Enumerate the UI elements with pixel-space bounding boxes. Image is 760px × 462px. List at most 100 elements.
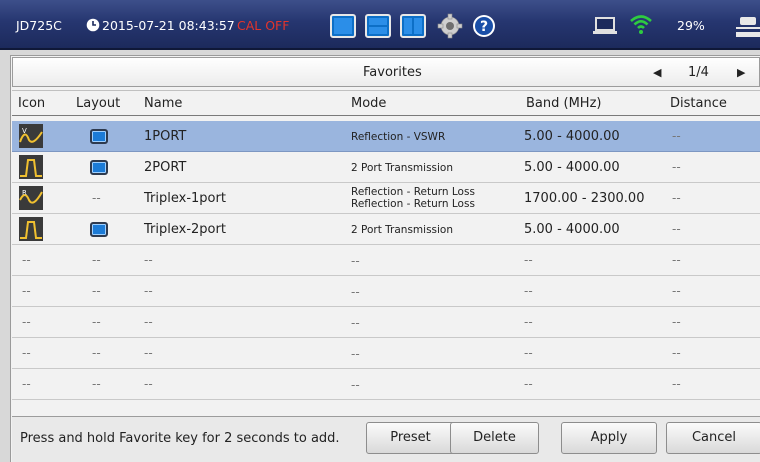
band-cell: 5.00 - 4000.00	[524, 222, 620, 237]
mode-cell: --	[351, 317, 360, 329]
mode-line: Reflection - VSWR	[351, 131, 446, 143]
distance-cell: --	[672, 284, 681, 298]
model-label: JD725C	[16, 18, 62, 33]
distance-cell: --	[672, 377, 681, 391]
layout-single-icon	[90, 129, 108, 144]
band-cell: 5.00 - 4000.00	[524, 129, 620, 144]
mode-line: --	[351, 254, 360, 268]
mode-cell: Reflection - VSWR	[351, 131, 445, 143]
laptop-icon	[593, 17, 617, 34]
name-cell: Triplex-2port	[144, 222, 226, 237]
table-row[interactable]: -- -- -- -- -- --	[12, 245, 760, 276]
col-header-distance: Distance	[670, 96, 727, 111]
name-cell: --	[144, 346, 153, 360]
delete-button[interactable]: Delete	[450, 422, 539, 454]
distance-cell: --	[672, 315, 681, 329]
mode-line: Reflection - Return Loss	[351, 198, 475, 210]
band-cell: --	[524, 346, 533, 360]
gear-icon[interactable]	[437, 13, 463, 39]
layout-cell: --	[92, 253, 101, 267]
layout-cell: --	[92, 377, 101, 391]
distance-cell: --	[672, 222, 681, 236]
layout-split-horizontal-button[interactable]	[365, 14, 391, 38]
icon-cell: --	[22, 315, 31, 329]
col-header-mode: Mode	[351, 96, 387, 111]
icon-cell: --	[22, 346, 31, 360]
table-row[interactable]: 2PORT 2 Port Transmission 5.00 - 4000.00 --	[12, 152, 760, 183]
icon-cell: --	[22, 253, 31, 267]
distance-cell: --	[672, 191, 681, 205]
col-header-name: Name	[144, 96, 183, 111]
layout-split-vertical-button[interactable]	[400, 14, 426, 38]
band-cell: 5.00 - 4000.00	[524, 160, 620, 175]
distance-cell: --	[672, 346, 681, 360]
clock-icon	[86, 18, 100, 32]
transmission-icon	[19, 217, 43, 241]
cancel-button[interactable]: Cancel	[666, 422, 760, 454]
return-loss-icon: R	[19, 186, 43, 210]
col-header-layout: Layout	[76, 96, 121, 111]
help-icon[interactable]: ?	[471, 13, 497, 39]
mode-line: 2 Port Transmission	[351, 162, 454, 174]
col-header-icon: Icon	[18, 96, 46, 111]
table-header: Icon Layout Name Mode Band (MHz) Distanc…	[12, 90, 760, 116]
mode-line: --	[351, 347, 360, 361]
layout-single-icon	[334, 18, 352, 34]
table-row[interactable]: Triplex-2port 2 Port Transmission 5.00 - 4…	[12, 214, 760, 245]
name-cell: 2PORT	[144, 160, 187, 175]
mode-line: --	[351, 316, 360, 330]
datetime-label: 2015-07-21 08:43:57	[102, 18, 235, 33]
svg-text:R: R	[22, 189, 27, 197]
svg-text:?: ?	[480, 19, 488, 35]
band-cell: --	[524, 315, 533, 329]
page-next-icon[interactable]: ▶	[737, 66, 745, 79]
mode-cell: 2 Port Transmission	[351, 162, 453, 174]
name-cell: --	[144, 284, 153, 298]
band-cell: 1700.00 - 2300.00	[524, 191, 645, 206]
mode-cell: 2 Port Transmission	[351, 224, 453, 236]
layout-split-horizontal-icon	[369, 18, 387, 34]
table-row[interactable]: -- -- -- -- -- --	[12, 276, 760, 307]
favorites-title: Favorites	[363, 65, 422, 80]
preset-button[interactable]: Preset	[366, 422, 455, 454]
band-cell: --	[524, 284, 533, 298]
battery-level: 29%	[677, 18, 705, 33]
mode-line: --	[351, 285, 360, 299]
power-icon	[736, 17, 760, 37]
table-row[interactable]: -- -- -- -- -- --	[12, 338, 760, 369]
layout-split-vertical-icon	[404, 18, 422, 34]
layout-single-button[interactable]	[330, 14, 356, 38]
page-indicator: 1/4	[688, 65, 709, 80]
distance-cell: --	[672, 160, 681, 174]
mode-cell: Reflection - Return Loss Reflection - Ret…	[351, 186, 475, 210]
layout-cell: --	[92, 315, 101, 329]
table-row[interactable]: V 1PORT Reflection - VSWR 5.00 - 4000.00 --	[12, 121, 760, 152]
layout-cell: --	[92, 191, 101, 205]
name-cell: --	[144, 253, 153, 267]
mode-cell: --	[351, 348, 360, 360]
layout-cell: --	[92, 346, 101, 360]
mode-cell: --	[351, 379, 360, 391]
layout-single-icon	[90, 222, 108, 237]
page-prev-icon[interactable]: ◀	[653, 66, 661, 79]
layout-single-icon	[90, 160, 108, 175]
apply-button[interactable]: Apply	[561, 422, 657, 454]
name-cell: 1PORT	[144, 129, 187, 144]
layout-cell: --	[92, 284, 101, 298]
table-row[interactable]: R -- Triplex-1port Reflection - Return Loss…	[12, 183, 760, 214]
footer-bar: Press and hold Favorite key for 2 second…	[12, 416, 760, 462]
transmission-icon	[19, 155, 43, 179]
status-bar: JD725C 2015-07-21 08:43:57 CAL OFF ? 29%	[0, 0, 760, 50]
icon-cell: --	[22, 377, 31, 391]
name-cell: --	[144, 377, 153, 391]
cal-status: CAL OFF	[237, 18, 290, 33]
favorites-header: Favorites ◀ 1/4 ▶	[12, 57, 760, 87]
table-row[interactable]: -- -- -- -- -- --	[12, 369, 760, 400]
mode-line: 2 Port Transmission	[351, 224, 454, 236]
name-cell: --	[144, 315, 153, 329]
mode-cell: --	[351, 286, 360, 298]
name-cell: Triplex-1port	[144, 191, 226, 206]
svg-text:V: V	[22, 127, 27, 135]
mode-line: --	[351, 378, 360, 392]
table-row[interactable]: -- -- -- -- -- --	[12, 307, 760, 338]
